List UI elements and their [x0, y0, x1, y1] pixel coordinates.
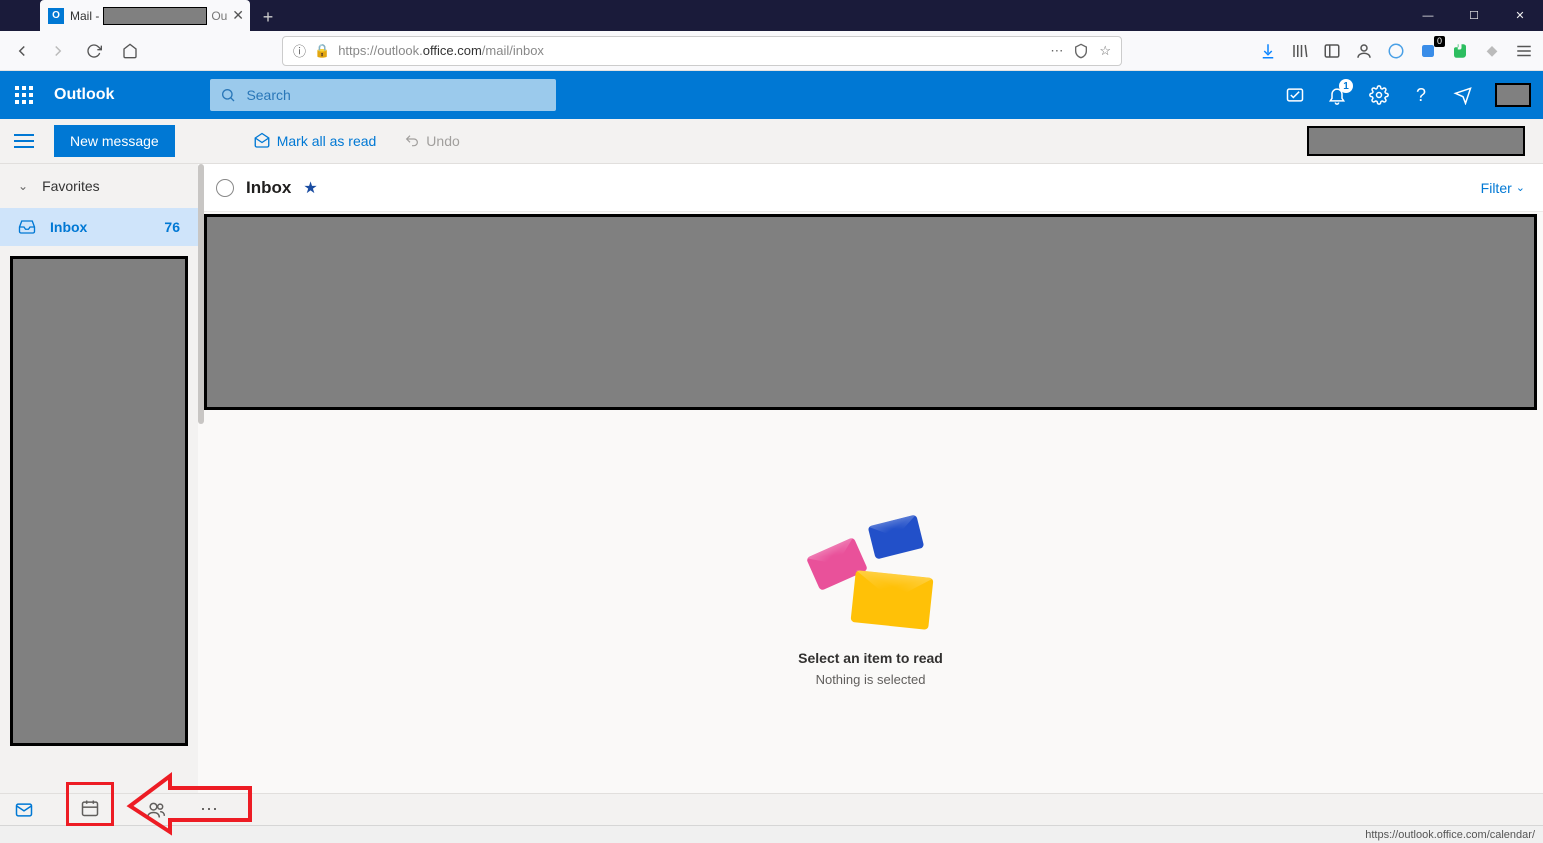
- profile-avatar-redacted[interactable]: [1495, 83, 1531, 107]
- browser-tab[interactable]: O Mail - Ou ✕: [40, 0, 250, 31]
- site-info-icon[interactable]: ⓘ: [293, 41, 306, 60]
- outlook-header: Outlook 1 ?: [0, 71, 1543, 119]
- new-tab-button[interactable]: +: [254, 3, 282, 31]
- notification-badge: 1: [1339, 79, 1353, 93]
- tab-title-prefix: Mail -: [70, 9, 99, 23]
- quick-actions-icon[interactable]: [1285, 85, 1305, 105]
- reader-protection-icon[interactable]: [1073, 43, 1089, 59]
- folder-sidebar: ⌄ Favorites Inbox 76: [0, 164, 198, 793]
- browser-statusbar: https://outlook.office.com/calendar/: [0, 825, 1543, 843]
- reload-button[interactable]: [80, 37, 108, 65]
- module-switcher: ⋯: [0, 793, 1543, 825]
- address-bar[interactable]: ⓘ 🔒 https://outlook.office.com/mail/inbo…: [282, 36, 1122, 66]
- folder-title: Inbox: [246, 178, 291, 198]
- tab-title-suffix: Ou: [211, 9, 227, 23]
- inbox-folder[interactable]: Inbox 76: [0, 208, 198, 246]
- inbox-unread-count: 76: [164, 219, 180, 235]
- forward-button[interactable]: [44, 37, 72, 65]
- empty-state-illustration: [811, 516, 931, 626]
- nav-toggle-button[interactable]: [12, 129, 36, 153]
- search-input[interactable]: [246, 87, 546, 103]
- undo-icon: [404, 133, 420, 149]
- inbox-icon: [18, 218, 36, 236]
- help-icon[interactable]: ?: [1411, 85, 1431, 105]
- favorites-header[interactable]: ⌄ Favorites: [0, 164, 198, 208]
- sidebar-toggle-icon[interactable]: [1321, 40, 1343, 62]
- mail-open-icon: [253, 132, 271, 150]
- search-icon: [220, 87, 236, 103]
- back-button[interactable]: [8, 37, 36, 65]
- app-name[interactable]: Outlook: [54, 86, 114, 104]
- toolbar-right: 0 ◆: [1257, 40, 1535, 62]
- people-module-button[interactable]: [144, 798, 168, 822]
- extension-badge: 0: [1434, 36, 1445, 47]
- extension-icon-2[interactable]: 0: [1417, 40, 1439, 62]
- more-modules-button[interactable]: ⋯: [198, 798, 222, 822]
- settings-icon[interactable]: [1369, 85, 1389, 105]
- search-box[interactable]: [210, 79, 556, 111]
- outlook-favicon: O: [48, 8, 64, 24]
- empty-state-title: Select an item to read: [798, 650, 943, 666]
- account-icon[interactable]: [1353, 40, 1375, 62]
- bookmark-star-icon[interactable]: ☆: [1099, 43, 1111, 59]
- scrollbar[interactable]: [198, 164, 204, 424]
- message-pane: Inbox ★ Filter ⌄ Select an item to read …: [198, 164, 1543, 793]
- window-controls: — ☐ ✕: [1405, 0, 1543, 31]
- browser-titlebar: O Mail - Ou ✕ + — ☐ ✕: [0, 0, 1543, 31]
- status-hover-url: https://outlook.office.com/calendar/: [1365, 829, 1535, 841]
- maximize-button[interactable]: ☐: [1451, 0, 1497, 31]
- command-bar: New message Mark all as read Undo: [0, 119, 1543, 164]
- menu-button[interactable]: [1513, 40, 1535, 62]
- inbox-header: Inbox ★ Filter ⌄: [198, 164, 1543, 212]
- new-message-button[interactable]: New message: [54, 125, 175, 157]
- notifications-icon[interactable]: 1: [1327, 85, 1347, 105]
- url-text: https://outlook.office.com/mail/inbox: [338, 43, 544, 58]
- browser-navbar: ⓘ 🔒 https://outlook.office.com/mail/inbo…: [0, 31, 1543, 71]
- feedback-icon[interactable]: [1453, 85, 1473, 105]
- chevron-down-icon: ⌄: [18, 179, 28, 193]
- calendar-module-button[interactable]: [66, 782, 114, 826]
- home-button[interactable]: [116, 37, 144, 65]
- tab-title-redacted: [103, 7, 207, 25]
- favorite-star-icon[interactable]: ★: [303, 178, 317, 198]
- minimize-button[interactable]: —: [1405, 0, 1451, 31]
- library-icon[interactable]: [1289, 40, 1311, 62]
- extension-icon-3[interactable]: ◆: [1481, 40, 1503, 62]
- downloads-icon[interactable]: [1257, 40, 1279, 62]
- lock-icon: 🔒: [314, 43, 330, 59]
- reading-pane-empty: Select an item to read Nothing is select…: [198, 410, 1543, 793]
- mark-all-read-button[interactable]: Mark all as read: [253, 132, 377, 150]
- mail-module-button[interactable]: [12, 798, 36, 822]
- app-launcher-button[interactable]: [0, 71, 48, 119]
- close-window-button[interactable]: ✕: [1497, 0, 1543, 31]
- tab-close-icon[interactable]: ✕: [232, 7, 244, 24]
- empty-state-subtitle: Nothing is selected: [816, 672, 926, 687]
- evernote-icon[interactable]: [1449, 40, 1471, 62]
- message-list-redacted: [204, 214, 1537, 410]
- undo-button[interactable]: Undo: [404, 133, 459, 149]
- extension-icon-1[interactable]: [1385, 40, 1407, 62]
- sidebar-redacted: [10, 256, 188, 746]
- commandbar-redacted: [1307, 126, 1525, 156]
- filter-button[interactable]: Filter ⌄: [1481, 180, 1525, 196]
- select-all-toggle[interactable]: [216, 179, 234, 197]
- chevron-down-icon: ⌄: [1516, 181, 1525, 194]
- page-actions-icon[interactable]: ⋯: [1050, 43, 1063, 59]
